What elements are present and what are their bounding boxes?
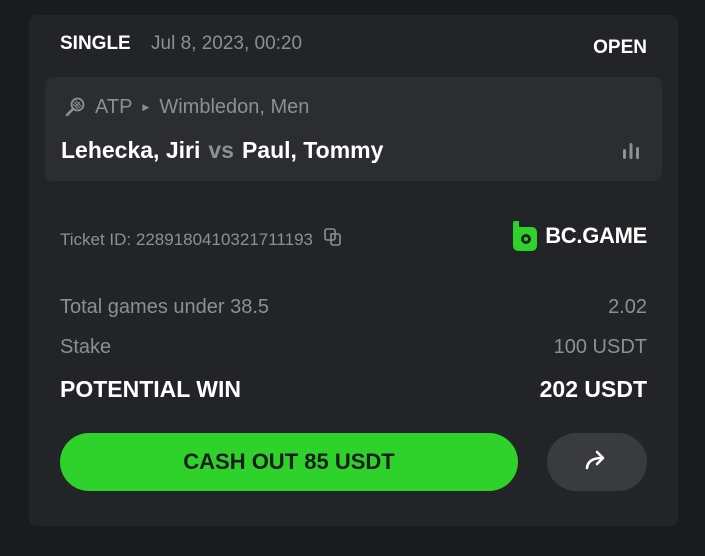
selection-odds: 2.02 — [608, 296, 647, 318]
ticket-id: Ticket ID: 228918041032171119​3 — [60, 227, 343, 252]
brand-name: BC.GAME — [545, 223, 647, 248]
bet-type: SINGLE — [60, 33, 131, 54]
home-team: Lehecka, Jiri — [61, 137, 201, 163]
potential-win-value: 202 USDT — [539, 376, 647, 402]
vs-label: vs — [208, 137, 234, 163]
chevron-right-icon: ▶ — [142, 101, 150, 112]
share-arrow-icon — [582, 448, 612, 477]
potential-win-row: POTENTIAL WIN 202 USDT — [60, 376, 647, 403]
copy-icon[interactable] — [323, 227, 343, 252]
event-category[interactable]: ATP — [95, 96, 132, 119]
stake-row: Stake 100 USDT — [60, 336, 647, 359]
brand-logo: BC.GAME — [511, 219, 647, 253]
cash-out-label: CASH OUT 85 USDT — [183, 449, 395, 474]
stake-value: 100 USDT — [553, 336, 647, 358]
selection-name: Total games under 38.5 — [60, 296, 270, 318]
bet-status: OPEN — [593, 37, 647, 58]
bet-datetime: Jul 8, 2023, 00:20 — [151, 33, 303, 54]
stake-label: Stake — [60, 336, 112, 358]
event-breadcrumb: ATP ▶ Wimbledon, Men — [63, 95, 309, 119]
event-box[interactable]: ATP ▶ Wimbledon, Men Lehecka, Jiri vs Pa… — [45, 77, 662, 181]
bet-card: SINGLE Jul 8, 2023, 00:20 OPEN ATP ▶ Wim… — [29, 15, 678, 526]
bc-game-logo-icon — [513, 221, 538, 251]
match-title: Lehecka, Jiri vs Paul, Tommy — [61, 137, 383, 164]
stats-icon[interactable] — [620, 141, 642, 166]
potential-win-label: POTENTIAL WIN — [60, 376, 242, 402]
tennis-racket-icon — [63, 95, 87, 119]
share-button[interactable] — [547, 433, 647, 491]
selection-row: Total games under 38.5 2.02 — [60, 296, 647, 319]
event-tournament[interactable]: Wimbledon, Men — [159, 96, 309, 119]
away-team: Paul, Tommy — [241, 137, 384, 163]
cash-out-button[interactable]: CASH OUT 85 USDT — [60, 433, 518, 491]
ticket-id-label: Ticket ID: 228918041032171119​3 — [60, 229, 313, 249]
